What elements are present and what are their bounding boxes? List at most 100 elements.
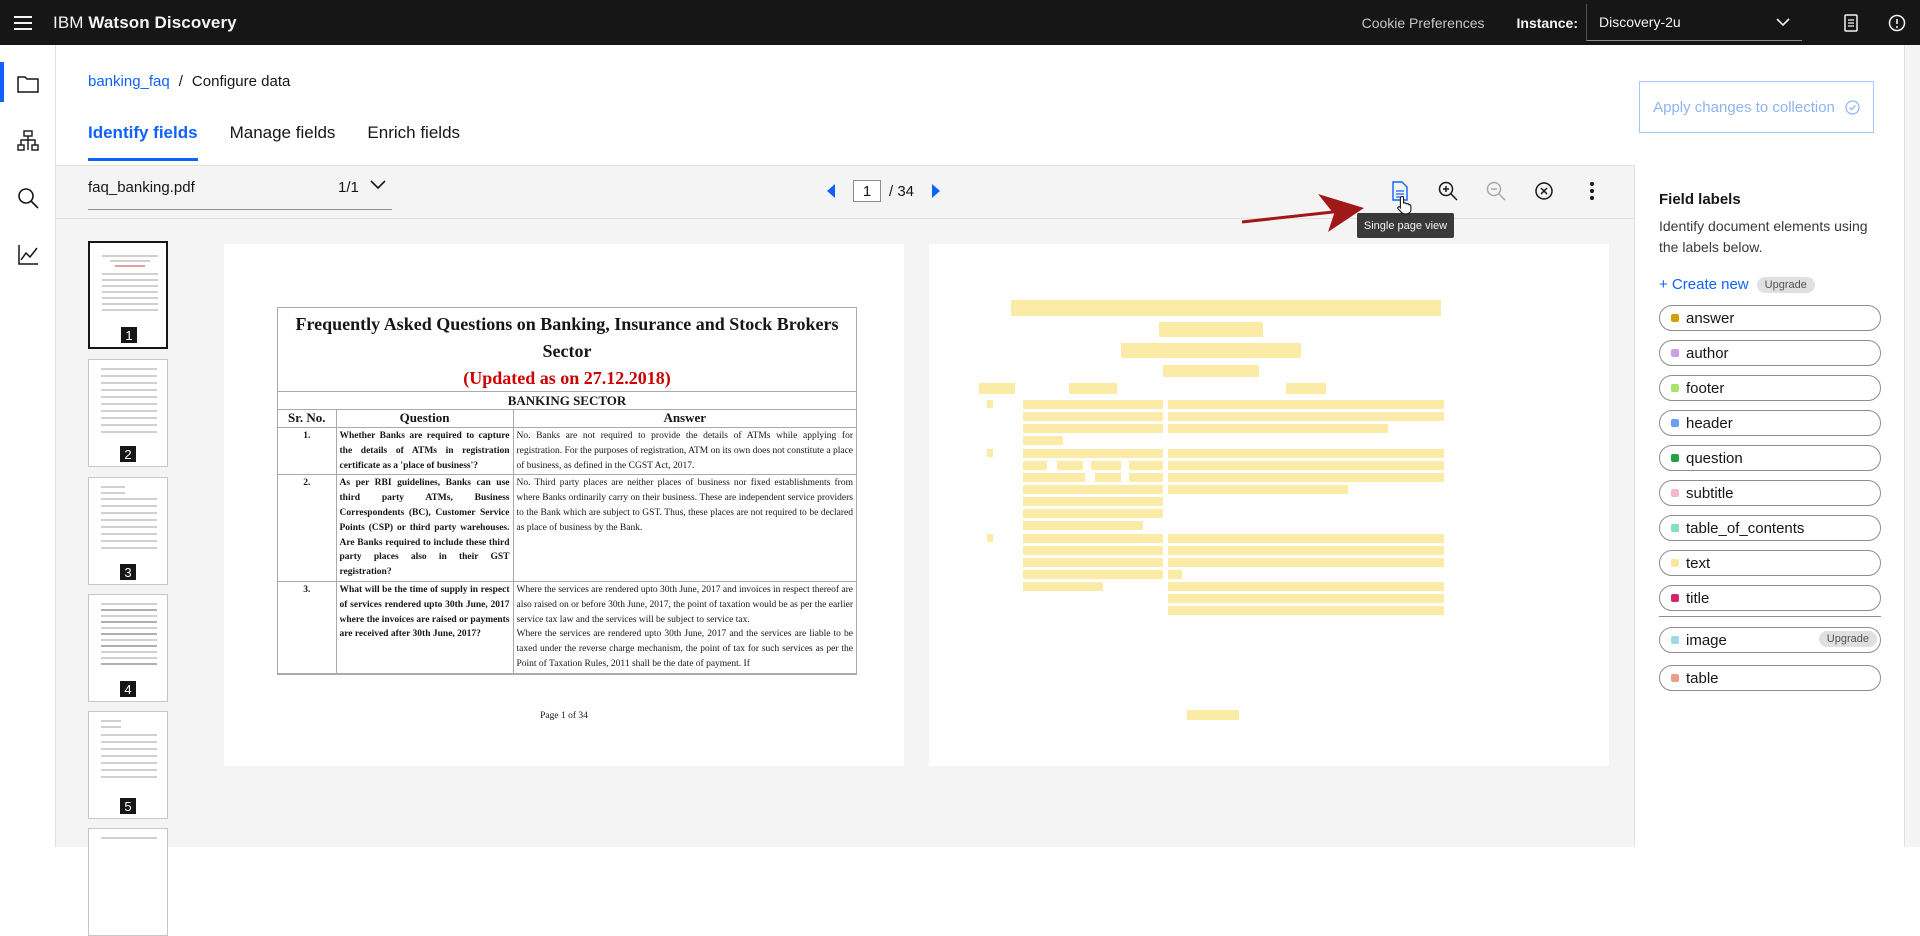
- zoom-in-icon[interactable]: [1434, 177, 1462, 205]
- text-highlight[interactable]: [1023, 558, 1163, 567]
- text-highlight[interactable]: [1057, 461, 1083, 470]
- page-thumbnail[interactable]: 5: [88, 711, 168, 819]
- reset-close-icon[interactable]: [1530, 177, 1558, 205]
- text-highlight[interactable]: [1168, 449, 1444, 458]
- cookie-preferences-link[interactable]: Cookie Preferences: [1362, 15, 1485, 31]
- chevron-down-icon: [370, 180, 386, 190]
- text-highlight[interactable]: [1023, 509, 1163, 518]
- analytics-icon[interactable]: [0, 227, 56, 283]
- text-highlight[interactable]: [1023, 412, 1163, 421]
- text-highlight[interactable]: [1286, 383, 1326, 394]
- text-highlight[interactable]: [1091, 461, 1121, 470]
- single-page-view-tooltip: Single page view: [1357, 213, 1454, 238]
- label-text: image: [1686, 631, 1727, 649]
- page-number-input[interactable]: 1: [853, 180, 881, 202]
- text-highlight[interactable]: [1168, 570, 1182, 579]
- table-row: 3. What will be the time of supply in re…: [278, 580, 856, 674]
- text-highlight[interactable]: [1168, 534, 1444, 543]
- product-name[interactable]: IBM Watson Discovery: [53, 13, 237, 33]
- panel-title: Field labels: [1659, 191, 1741, 208]
- text-highlight[interactable]: [1163, 365, 1259, 377]
- label-footer[interactable]: footer: [1659, 375, 1881, 401]
- search-icon[interactable]: [0, 170, 56, 226]
- text-highlight[interactable]: [1168, 473, 1444, 482]
- help-icon[interactable]: [1874, 0, 1920, 45]
- text-highlight[interactable]: [1168, 412, 1444, 421]
- label-subtitle[interactable]: subtitle: [1659, 480, 1881, 506]
- text-highlight[interactable]: [1168, 461, 1444, 470]
- documentation-icon[interactable]: [1828, 0, 1874, 45]
- page-scrollbar[interactable]: [1904, 45, 1920, 847]
- text-highlight[interactable]: [1023, 461, 1047, 470]
- text-highlight[interactable]: [1023, 436, 1063, 445]
- text-highlight[interactable]: [1168, 400, 1444, 409]
- breadcrumb-collection-link[interactable]: banking_faq: [88, 73, 170, 90]
- text-highlight[interactable]: [979, 383, 1015, 394]
- footer-highlight[interactable]: [1187, 710, 1239, 720]
- table-row: 1. Whether Banks are required to capture…: [278, 426, 856, 476]
- label-table-of-contents[interactable]: table_of_contents: [1659, 515, 1881, 541]
- text-highlight[interactable]: [987, 400, 993, 408]
- hierarchy-icon[interactable]: [0, 113, 56, 169]
- text-highlight[interactable]: [1023, 582, 1103, 591]
- text-highlight[interactable]: [1168, 485, 1348, 494]
- text-highlight[interactable]: [1129, 461, 1163, 470]
- zoom-out-icon[interactable]: [1482, 177, 1510, 205]
- label-text[interactable]: text: [1659, 550, 1881, 576]
- text-highlight[interactable]: [1023, 521, 1143, 530]
- instance-label: Instance:: [1516, 14, 1578, 31]
- text-highlight[interactable]: [1168, 424, 1388, 433]
- overflow-menu-icon[interactable]: [1578, 177, 1606, 205]
- label-author[interactable]: author: [1659, 340, 1881, 366]
- page-thumbnail[interactable]: 3: [88, 477, 168, 585]
- text-highlight[interactable]: [1023, 424, 1163, 433]
- text-highlight[interactable]: [1168, 582, 1444, 591]
- text-highlight[interactable]: [1069, 383, 1117, 394]
- page-thumbnail[interactable]: 2: [88, 359, 168, 467]
- label-table[interactable]: table: [1659, 665, 1881, 691]
- thumbnail-number: 5: [120, 798, 136, 814]
- apply-changes-button[interactable]: Apply changes to collection: [1639, 81, 1874, 133]
- text-highlight[interactable]: [1168, 594, 1444, 603]
- text-highlight[interactable]: [1168, 546, 1444, 555]
- label-image[interactable]: image Upgrade: [1659, 627, 1881, 653]
- label-header[interactable]: header: [1659, 410, 1881, 436]
- text-highlight[interactable]: [1023, 400, 1163, 409]
- label-answer[interactable]: answer: [1659, 305, 1881, 331]
- text-highlight[interactable]: [1129, 473, 1163, 482]
- file-name: faq_banking.pdf: [88, 179, 195, 196]
- text-highlight[interactable]: [1095, 473, 1121, 482]
- text-highlight[interactable]: [1023, 473, 1085, 482]
- projects-folder-icon[interactable]: [0, 56, 56, 112]
- tab-manage-fields[interactable]: Manage fields: [230, 123, 336, 161]
- tab-identify-fields[interactable]: Identify fields: [88, 123, 198, 161]
- text-highlight[interactable]: [1023, 497, 1163, 506]
- text-highlight[interactable]: [1168, 558, 1444, 567]
- text-highlight[interactable]: [1159, 322, 1263, 337]
- instance-select[interactable]: Discovery-2u: [1586, 4, 1802, 41]
- label-question[interactable]: question: [1659, 445, 1881, 471]
- create-new-link[interactable]: + Create new: [1659, 276, 1749, 293]
- file-select[interactable]: faq_banking.pdf 1/1: [88, 166, 392, 210]
- text-highlight[interactable]: [1023, 485, 1163, 494]
- hamburger-menu-icon[interactable]: [0, 0, 45, 45]
- text-highlight[interactable]: [987, 449, 993, 457]
- page-thumbnail[interactable]: 4: [88, 594, 168, 702]
- text-highlight[interactable]: [1168, 606, 1444, 615]
- text-highlight[interactable]: [1023, 534, 1163, 543]
- label-color-swatch: [1671, 419, 1679, 427]
- text-highlight[interactable]: [987, 534, 993, 542]
- text-highlight[interactable]: [1023, 546, 1163, 555]
- page-thumbnail[interactable]: [88, 828, 168, 936]
- text-highlight[interactable]: [1121, 343, 1301, 358]
- label-color-swatch: [1671, 594, 1679, 602]
- page-thumbnail[interactable]: 1: [88, 241, 168, 349]
- previous-page-icon[interactable]: [827, 184, 835, 198]
- tab-enrich-fields[interactable]: Enrich fields: [367, 123, 460, 161]
- label-title[interactable]: title: [1659, 585, 1881, 611]
- next-page-icon[interactable]: [932, 184, 941, 198]
- text-highlight[interactable]: [1011, 300, 1441, 316]
- text-highlight[interactable]: [1023, 570, 1163, 579]
- label-text: answer: [1686, 309, 1735, 327]
- text-highlight[interactable]: [1023, 449, 1163, 458]
